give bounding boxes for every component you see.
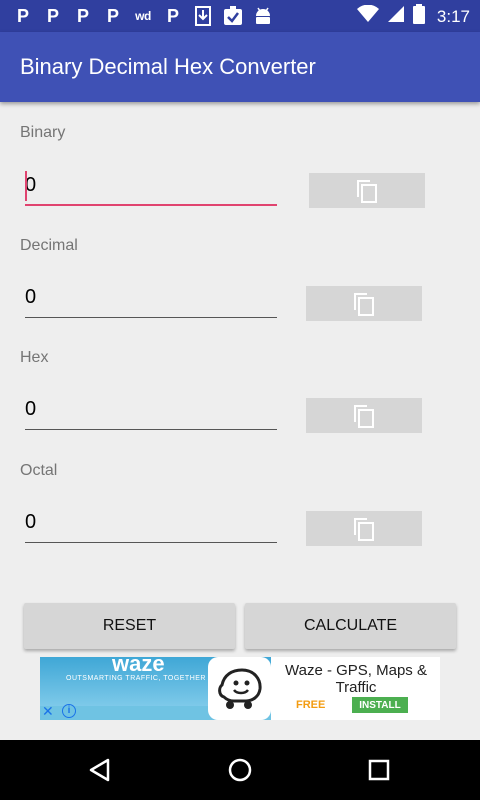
home-icon (228, 758, 252, 782)
ad-install-button[interactable]: INSTALL (352, 697, 408, 713)
task-notification-icon (222, 5, 244, 27)
ad-info-icon[interactable]: i (62, 704, 76, 718)
ad-banner[interactable]: waze OUTSMARTING TRAFFIC, TOGETHER ✕ i W… (40, 657, 440, 720)
copy-binary-button[interactable] (309, 173, 425, 208)
ad-image[interactable]: waze OUTSMARTING TRAFFIC, TOGETHER ✕ i (40, 657, 271, 720)
back-icon (89, 758, 110, 782)
copy-octal-button[interactable] (306, 511, 422, 546)
android-notification-icon (252, 5, 274, 27)
copy-icon (354, 517, 374, 541)
pinterest-notification-icon: P (46, 5, 59, 26)
back-button[interactable] (86, 756, 114, 784)
decimal-input[interactable] (25, 282, 277, 318)
app-bar: Binary Decimal Hex Converter (0, 32, 480, 102)
hex-label: Hex (20, 349, 49, 366)
system-status: 3:17 (356, 4, 470, 29)
wifi-icon (356, 4, 379, 28)
download-notification-icon (192, 5, 214, 27)
ad-title[interactable]: Waze - GPS, Maps & Traffic (276, 662, 436, 696)
octal-input[interactable] (25, 507, 277, 543)
pinterest-notification-icon: P (166, 5, 179, 26)
waze-app-icon (208, 657, 271, 720)
copy-icon (354, 292, 374, 316)
copy-icon (357, 179, 377, 203)
decimal-label: Decimal (20, 237, 78, 254)
text-caret (25, 171, 27, 201)
wd-notification-icon: wd (135, 9, 151, 23)
home-button[interactable] (226, 756, 254, 784)
reset-button[interactable]: RESET (24, 603, 235, 649)
copy-hex-button[interactable] (306, 398, 422, 433)
navigation-bar (0, 740, 480, 800)
recents-button[interactable] (365, 756, 393, 784)
status-bar: P P P P wd P 3:17 (0, 0, 480, 32)
page-title: Binary Decimal Hex Converter (20, 54, 316, 79)
octal-label: Octal (20, 462, 58, 479)
ad-close-icon[interactable]: ✕ (42, 704, 54, 718)
binary-input[interactable] (25, 170, 277, 206)
ad-tagline: OUTSMARTING TRAFFIC, TOGETHER (66, 675, 206, 682)
calculate-button[interactable]: CALCULATE (245, 603, 456, 649)
pinterest-notification-icon: P (16, 5, 29, 26)
pinterest-notification-icon: P (76, 5, 89, 26)
ad-brand-logo: waze (112, 657, 165, 676)
hex-input[interactable] (25, 394, 277, 430)
copy-decimal-button[interactable] (306, 286, 422, 321)
clock: 3:17 (436, 6, 470, 26)
battery-icon (412, 4, 425, 29)
copy-icon (354, 404, 374, 428)
binary-label: Binary (20, 124, 66, 141)
recents-icon (368, 759, 390, 781)
pinterest-notification-icon: P (106, 5, 119, 26)
cell-signal-icon (387, 5, 405, 28)
ad-price: FREE (296, 699, 326, 711)
notification-icons: P P P P wd P (12, 5, 274, 27)
